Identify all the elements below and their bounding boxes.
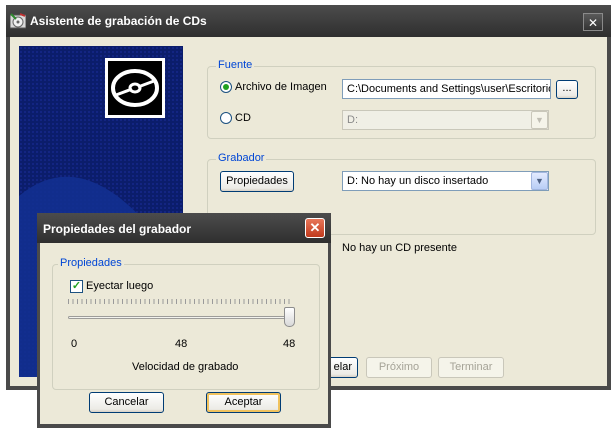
speed-slider-track[interactable] bbox=[68, 316, 292, 319]
slider-ticks bbox=[68, 299, 292, 304]
image-path-input[interactable]: C:\Documents and Settings\user\Escritori… bbox=[342, 79, 551, 99]
close-button[interactable]: ✕ bbox=[583, 13, 603, 31]
cd-drive-select[interactable]: D: bbox=[342, 110, 549, 130]
eject-checkbox-label: Eyectar luego bbox=[86, 280, 154, 292]
radio-selected-dot bbox=[223, 84, 229, 90]
properties-button[interactable]: Propiedades bbox=[220, 171, 294, 192]
window-title: Asistente de grabación de CDs bbox=[30, 14, 207, 28]
browse-button[interactable]: ... bbox=[556, 80, 578, 99]
dialog-title: Propiedades del grabador bbox=[43, 222, 192, 236]
check-icon: ✓ bbox=[71, 280, 82, 292]
accept-button[interactable]: Aceptar bbox=[206, 392, 281, 413]
cd-radio[interactable] bbox=[220, 112, 232, 124]
dialog-cancel-button[interactable]: Cancelar bbox=[89, 392, 164, 413]
properties-group-label: Propiedades bbox=[58, 257, 124, 269]
source-group-label: Fuente bbox=[216, 59, 255, 71]
close-icon: ✕ bbox=[587, 16, 599, 30]
recorder-properties-dialog: Propiedades del grabador ✕ Propiedades ✓… bbox=[37, 213, 331, 428]
slider-max-label: 48 bbox=[283, 338, 296, 350]
main-title-bar[interactable]: Asistente de grabación de CDs ✕ bbox=[6, 5, 611, 37]
close-icon: ✕ bbox=[309, 220, 321, 235]
chevron-down-icon[interactable]: ▼ bbox=[531, 111, 548, 129]
eject-checkbox[interactable]: ✓ bbox=[70, 280, 83, 293]
image-file-radio[interactable] bbox=[220, 81, 232, 93]
slider-mid-label: 48 bbox=[175, 338, 188, 350]
dialog-client-area: Propiedades ✓ Eyectar luego 0 48 48 Velo… bbox=[40, 243, 328, 424]
disc-icon bbox=[105, 58, 165, 118]
image-file-radio-label: Archivo de Imagen bbox=[235, 81, 327, 93]
finish-button[interactable]: Terminar bbox=[438, 357, 504, 378]
dialog-title-bar[interactable]: Propiedades del grabador ✕ bbox=[37, 213, 331, 243]
recorder-group-label: Grabador bbox=[216, 152, 267, 164]
status-text: No hay un CD presente bbox=[342, 242, 457, 254]
cd-burner-icon bbox=[10, 13, 26, 29]
slider-min-label: 0 bbox=[71, 338, 78, 350]
slider-caption: Velocidad de grabado bbox=[132, 361, 239, 373]
dialog-close-button[interactable]: ✕ bbox=[305, 218, 325, 238]
next-button[interactable]: Próximo bbox=[366, 357, 432, 378]
cd-radio-label: CD bbox=[235, 112, 251, 124]
speed-slider-thumb[interactable] bbox=[284, 307, 295, 327]
chevron-down-icon[interactable]: ▼ bbox=[531, 172, 548, 190]
recorder-drive-select[interactable]: D: No hay un disco insertado bbox=[342, 171, 549, 191]
